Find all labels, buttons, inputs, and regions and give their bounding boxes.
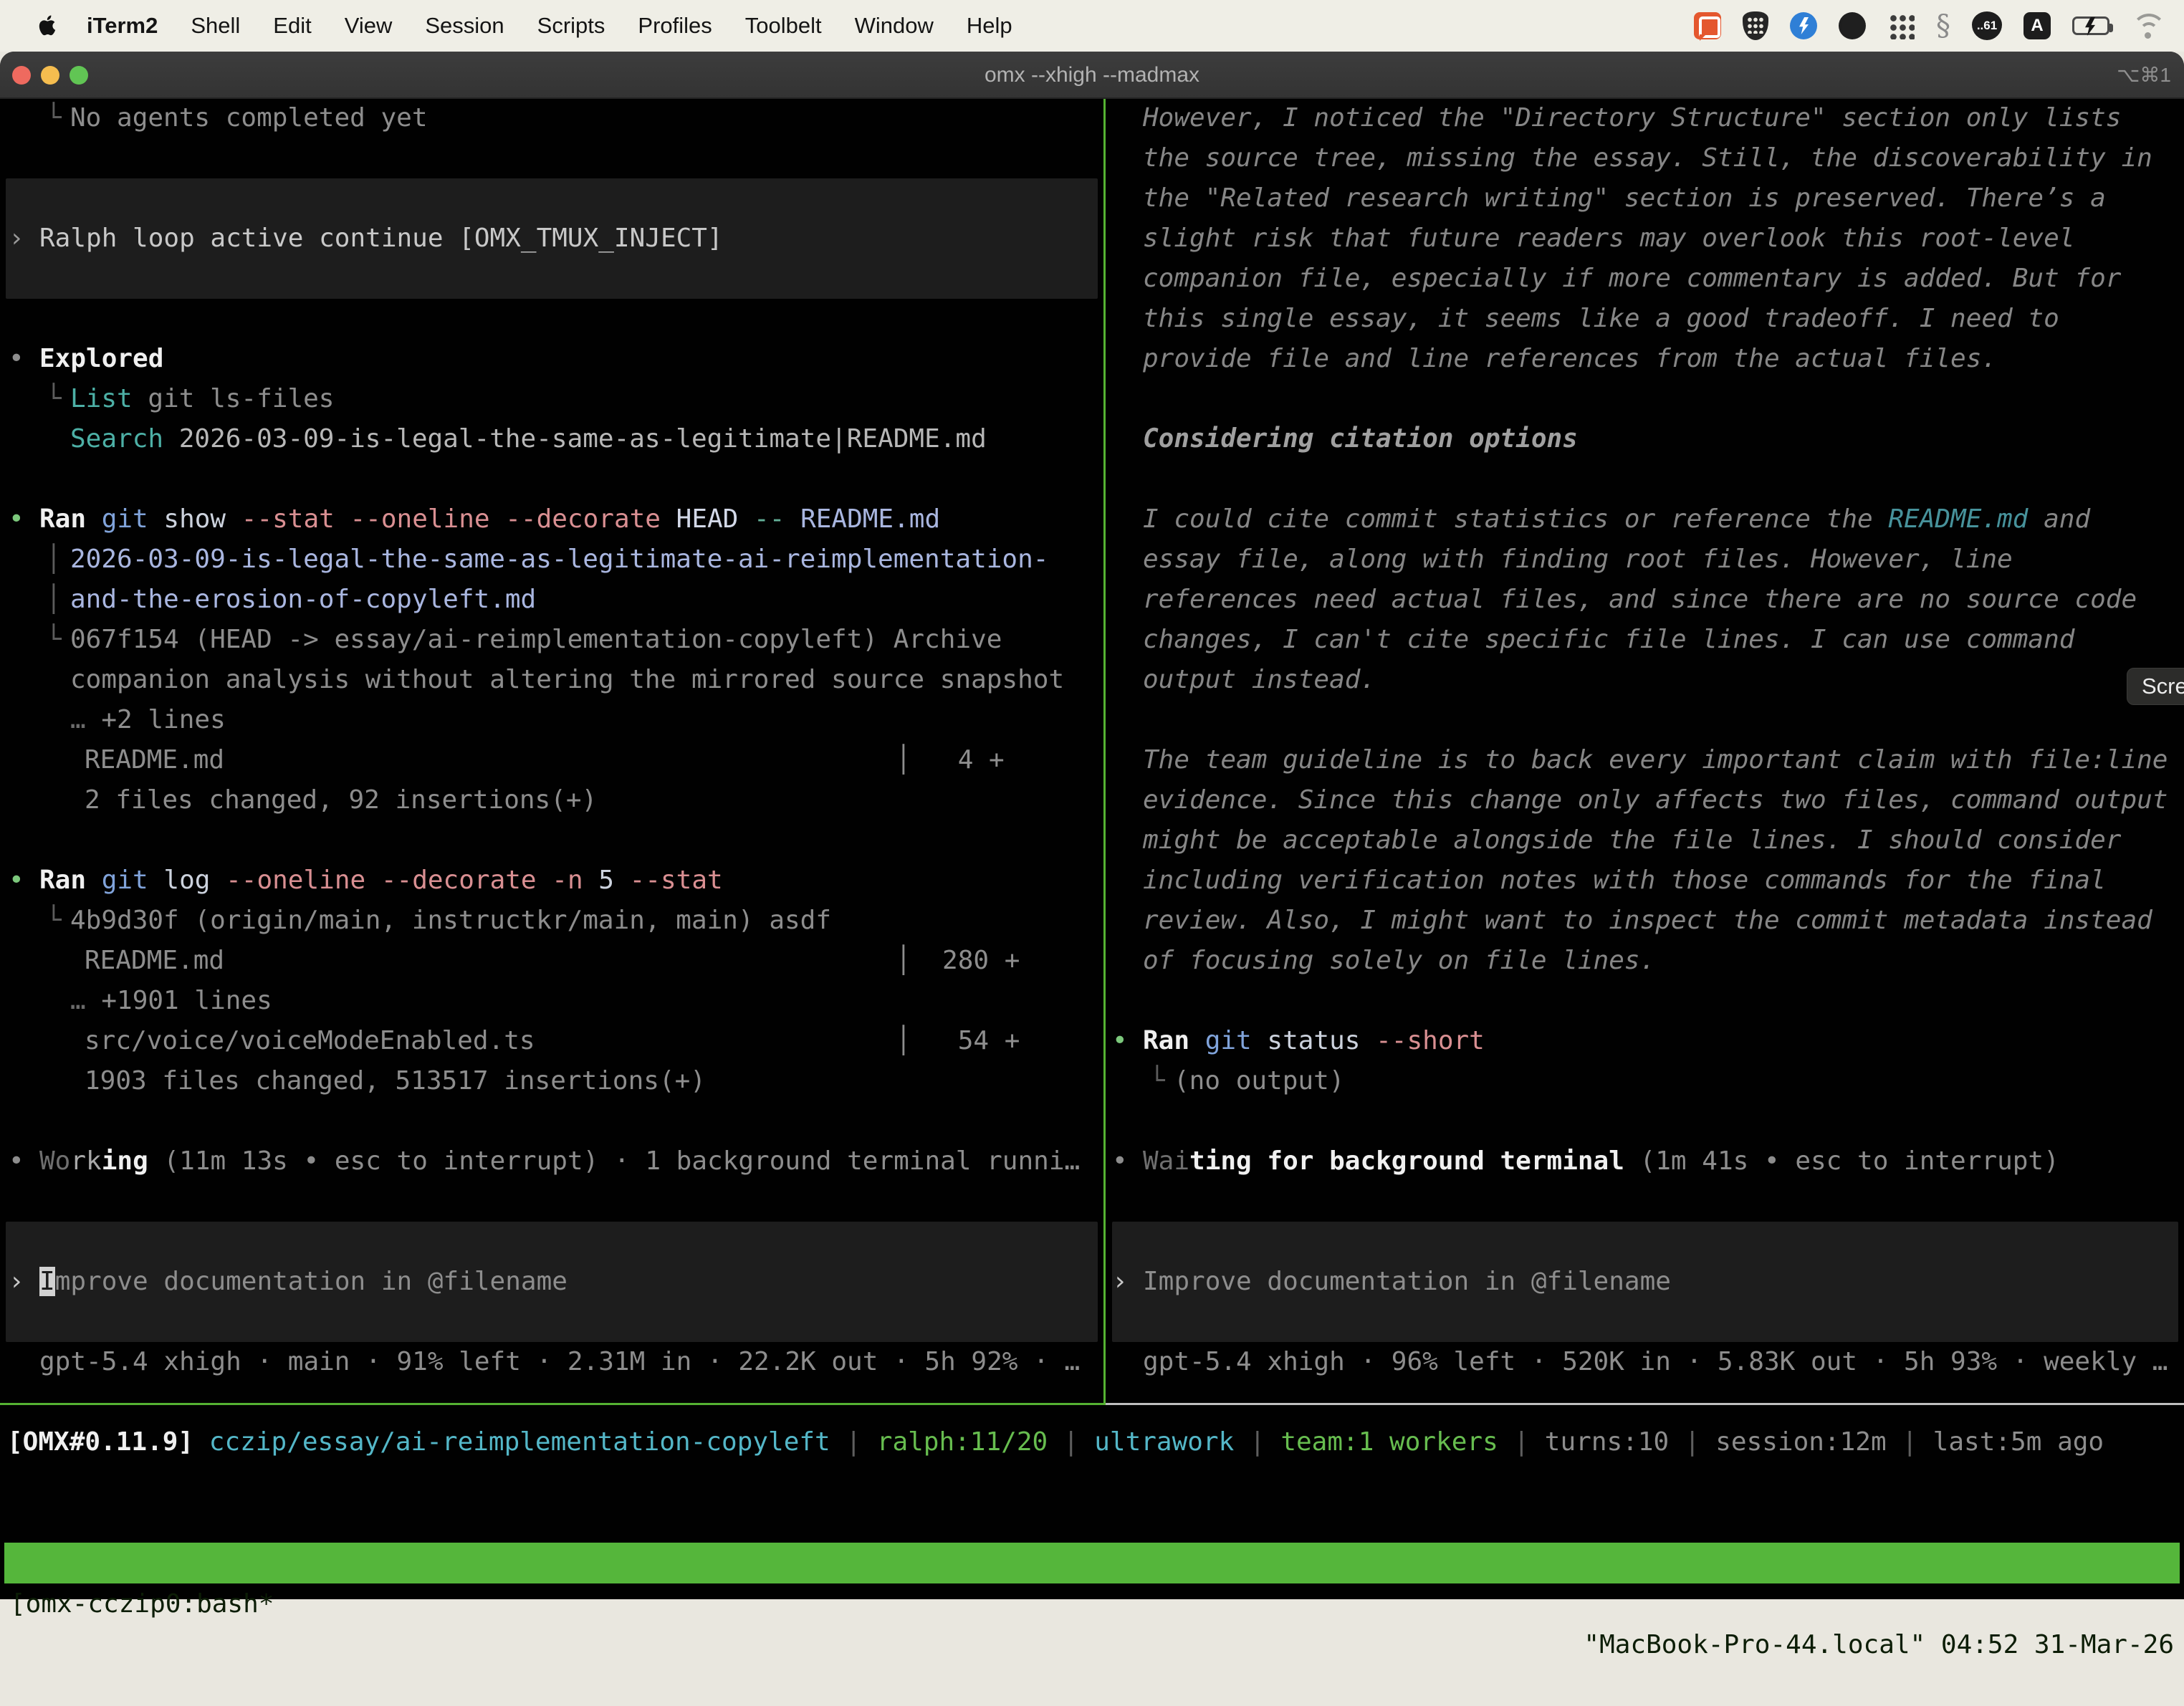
battery-percent-icon[interactable]: ..61 (1972, 11, 2002, 40)
menu-items: iTerm2ShellEditViewSessionScriptsProfile… (70, 13, 1029, 39)
menu-item-help[interactable]: Help (950, 13, 1029, 39)
menu-item-view[interactable]: View (328, 13, 409, 39)
menu-item-scripts[interactable]: Scripts (521, 13, 622, 39)
zap-icon[interactable] (1790, 12, 1817, 39)
menu-status-icons: § ..61 A (1694, 11, 2184, 40)
window-title-bar[interactable]: omx --xhigh --madmax ⌥⌘1 (0, 52, 2184, 99)
a-key-icon[interactable]: A (2023, 12, 2051, 39)
shield-icon[interactable] (1743, 11, 1768, 40)
wifi-icon[interactable] (2131, 14, 2164, 38)
menu-item-edit[interactable]: Edit (257, 13, 327, 39)
menu-item-profiles[interactable]: Profiles (621, 13, 728, 39)
menu-bar: iTerm2ShellEditViewSessionScriptsProfile… (0, 0, 2184, 52)
battery-icon[interactable] (2072, 16, 2109, 35)
window-title: omx --xhigh --madmax (0, 52, 2184, 99)
menu-item-window[interactable]: Window (838, 13, 950, 39)
menu-item-toolbelt[interactable]: Toolbelt (729, 13, 838, 39)
moon-icon[interactable] (1839, 12, 1866, 39)
menu-item-app[interactable]: iTerm2 (70, 13, 174, 39)
window-shortcut-badge: ⌥⌘1 (2117, 52, 2171, 99)
messages-icon[interactable] (1694, 12, 1721, 39)
tmux-host-clock: "MacBook-Pro-44.local" 04:52 31-Mar-26 (1584, 1624, 2174, 1665)
menu-item-session[interactable]: Session (408, 13, 520, 39)
menu-item-shell[interactable]: Shell (174, 13, 257, 39)
apple-menu-icon[interactable] (36, 14, 60, 38)
iterm2-window: omx --xhigh --madmax ⌥⌘1 (0, 52, 2184, 1599)
dots-grid-icon[interactable] (1887, 12, 1915, 39)
squiggle-icon[interactable]: § (1936, 12, 1950, 39)
